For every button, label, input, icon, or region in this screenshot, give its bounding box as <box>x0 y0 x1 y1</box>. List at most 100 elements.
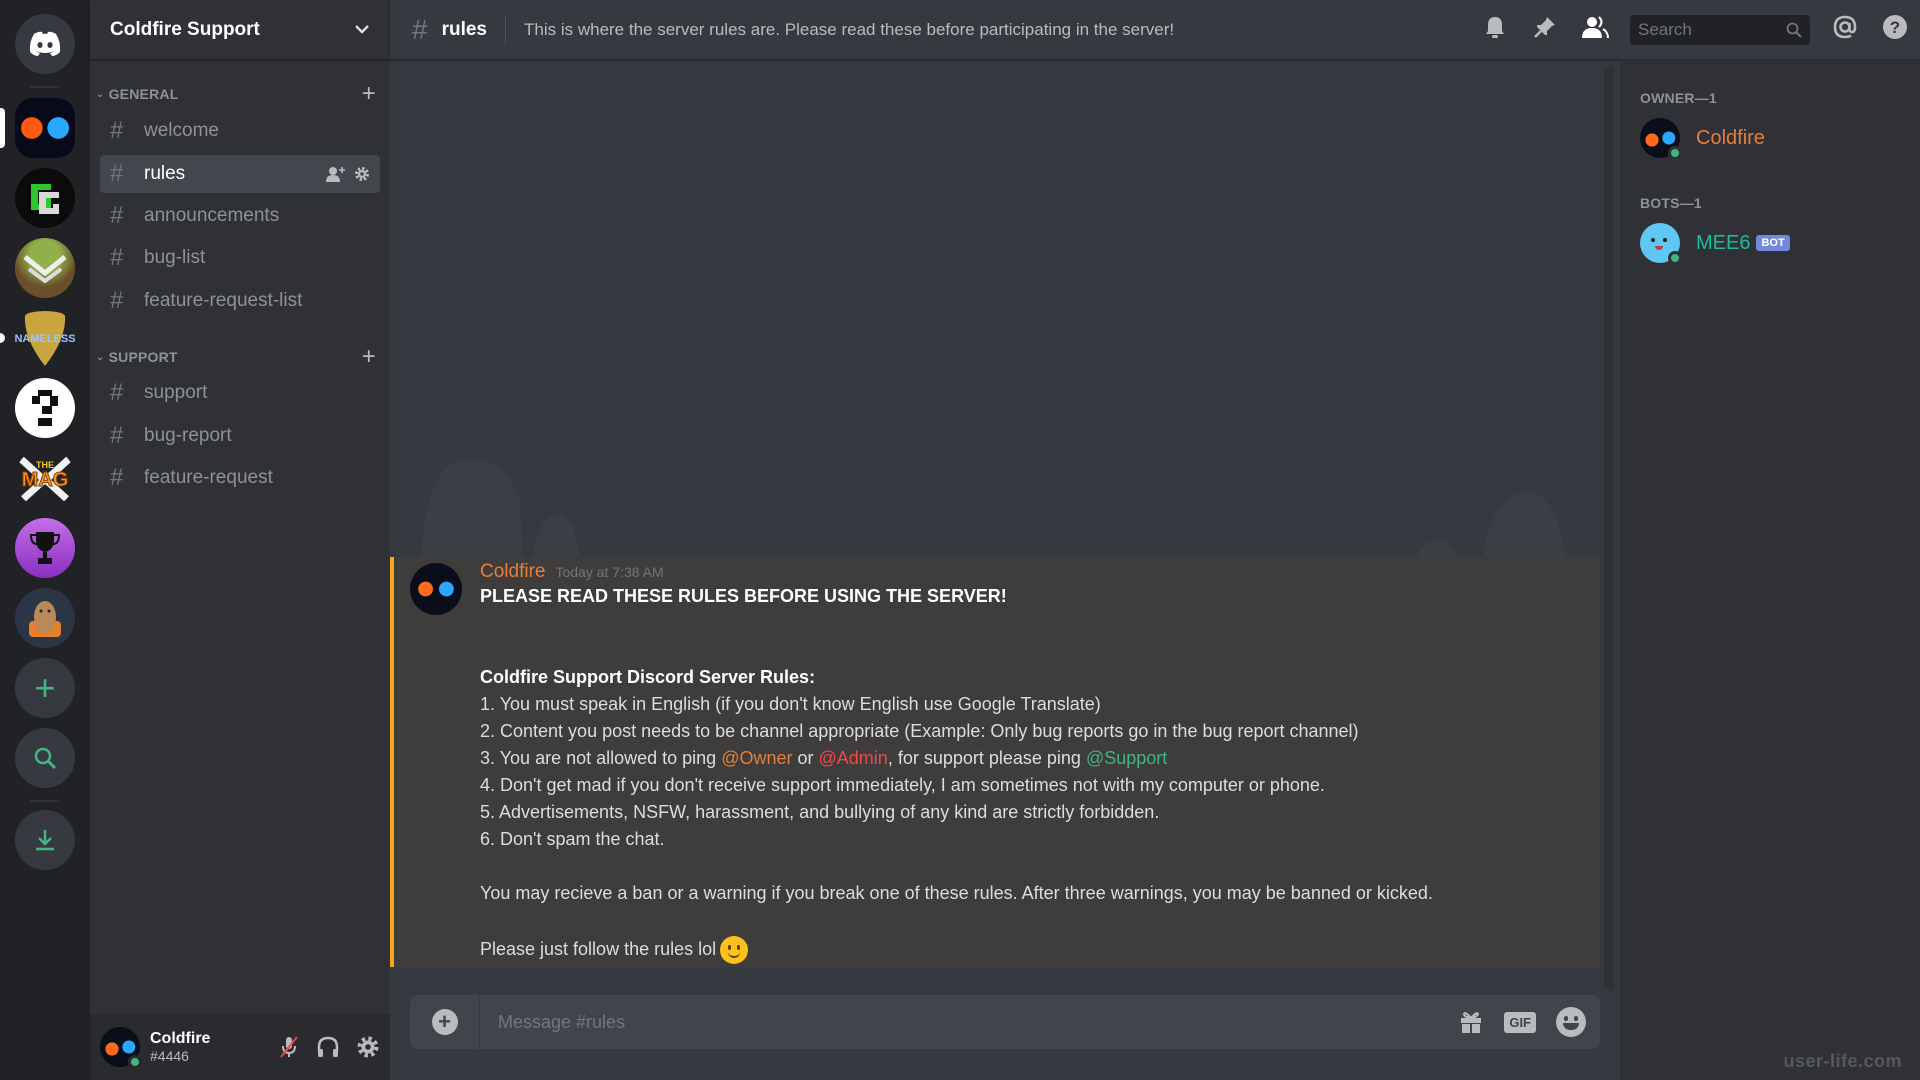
server-header[interactable]: Coldfire Support <box>90 0 390 60</box>
create-channel-icon[interactable]: + <box>362 345 380 369</box>
upload-button[interactable]: + <box>410 995 480 1049</box>
server-potato[interactable] <box>15 588 75 648</box>
server-minecraft[interactable] <box>15 238 75 298</box>
message[interactable]: Coldfire Today at 7:38 AM PLEASE READ TH… <box>390 557 1600 967</box>
mention-support[interactable]: @Support <box>1086 748 1167 768</box>
mention-owner[interactable]: @Owner <box>721 748 792 768</box>
plus-icon: + <box>34 667 56 708</box>
the-mag-server-icon: THE MAG <box>19 456 71 504</box>
member-list: OWNER—1 Coldfire BOTS—1 MEE6 BOT user-li… <box>1620 60 1920 1080</box>
online-status-icon <box>1668 251 1682 265</box>
warning-text: You may recieve a ban or a warning if yo… <box>480 883 1433 903</box>
server-pixel[interactable] <box>15 378 75 438</box>
hashtag-icon: # <box>110 422 124 449</box>
member-item[interactable]: MEE6 BOT <box>1640 223 1790 265</box>
server-list: NAMELESS THE MAG + <box>0 0 90 1080</box>
plus-circle-icon: + <box>431 1009 458 1035</box>
search-icon <box>34 747 57 770</box>
svg-text:NAMELESS: NAMELESS <box>15 333 75 345</box>
search-icon <box>1786 22 1802 38</box>
rules-heading: Coldfire Support Discord Server Rules: <box>480 667 816 687</box>
channel-topic: This is where the server rules are. Plea… <box>524 19 1175 39</box>
channel-bug-list[interactable]: # bug-list <box>100 239 380 277</box>
user-settings-gear-icon[interactable] <box>356 1035 380 1059</box>
explore-servers-button[interactable] <box>15 728 75 788</box>
message-input[interactable] <box>480 1011 1459 1033</box>
rule-3-text: or <box>792 748 819 768</box>
username: Coldfire <box>150 1030 211 1047</box>
discord-app: NAMELESS THE MAG + Coldfire Support ⌄ GE… <box>0 0 1920 1080</box>
server-nameless[interactable]: NAMELESS <box>15 308 75 368</box>
download-apps-button[interactable] <box>15 810 75 870</box>
channel-label: feature-request-list <box>144 290 303 311</box>
channel-support[interactable]: # support <box>100 374 380 412</box>
channel-announcements[interactable]: # announcements <box>100 197 380 235</box>
microphone-muted-icon[interactable] <box>278 1035 300 1059</box>
member-name: MEE6 <box>1696 231 1751 254</box>
rule-4: 4. Don't get mad if you don't receive su… <box>480 775 1325 795</box>
message-scrollbar[interactable] <box>1604 66 1614 990</box>
member-name: Coldfire <box>1696 126 1765 149</box>
slightly-smiling-face-icon <box>720 936 749 965</box>
category-general[interactable]: ⌄ GENERAL + <box>96 82 380 106</box>
message-author[interactable]: Coldfire <box>480 561 545 583</box>
user-panel: Coldfire #4446 <box>90 1014 390 1080</box>
user-avatar[interactable] <box>100 1027 142 1069</box>
add-server-button[interactable]: + <box>15 658 75 718</box>
invite-icon[interactable] <box>326 166 346 182</box>
help-question-icon: ? <box>1883 15 1907 39</box>
message-timestamp: Today at 7:38 AM <box>555 564 664 580</box>
mention-admin[interactable]: @Admin <box>819 748 888 768</box>
pixel-question-server-icon <box>32 390 58 426</box>
channel-bug-report[interactable]: # bug-report <box>100 417 380 455</box>
search-input[interactable] <box>1638 20 1768 40</box>
member-item[interactable]: Coldfire <box>1640 118 1765 160</box>
pinned-messages-button[interactable] <box>1520 15 1570 45</box>
server-coldfire-support[interactable] <box>15 98 75 158</box>
server-cg[interactable] <box>15 168 75 228</box>
gift-icon[interactable] <box>1458 1009 1484 1035</box>
notification-bell-button[interactable] <box>1470 15 1520 45</box>
hashtag-icon: # <box>110 244 124 271</box>
member-list-toggle[interactable] <box>1570 15 1620 45</box>
help-button[interactable]: ? <box>1870 14 1920 46</box>
channel-feature-request[interactable]: # feature-request <box>100 459 380 497</box>
channel-header: # rules This is where the server rules a… <box>390 0 1920 60</box>
gear-icon[interactable] <box>354 166 370 182</box>
search-box[interactable] <box>1630 15 1810 45</box>
member-group-title: OWNER—1 <box>1640 90 1717 106</box>
category-support[interactable]: ⌄ SUPPORT + <box>96 345 380 369</box>
online-status-icon <box>128 1055 142 1069</box>
server-list-separator <box>30 800 60 802</box>
hashtag-icon: # <box>110 202 124 229</box>
member-avatar <box>1640 118 1682 160</box>
rule-3: 3. You are not allowed to ping @Owner or… <box>480 745 1580 772</box>
message-author-avatar[interactable] <box>410 563 462 615</box>
home-button[interactable] <box>15 14 75 74</box>
caret-down-icon: ⌄ <box>96 351 105 363</box>
server-list-separator <box>30 86 60 88</box>
rule-3-text: 3. You are not allowed to ping <box>480 748 722 768</box>
channel-label: rules <box>144 163 186 184</box>
hashtag-icon: # <box>412 13 428 45</box>
user-discriminator: #4446 <box>150 1048 189 1064</box>
channel-welcome[interactable]: # welcome <box>100 112 380 150</box>
server-the-mag[interactable]: THE MAG <box>15 448 75 508</box>
emoji-picker-icon[interactable] <box>1556 1007 1586 1037</box>
gif-picker-button[interactable]: GIF <box>1504 1011 1536 1033</box>
nameless-server-icon: NAMELESS <box>15 311 75 366</box>
channel-rules[interactable]: # rules <box>100 155 380 193</box>
headphones-icon[interactable] <box>316 1035 340 1059</box>
server-trophy[interactable] <box>15 518 75 578</box>
create-channel-icon[interactable]: + <box>362 82 380 106</box>
unread-indicator <box>0 333 5 343</box>
channel-feature-request-list[interactable]: # feature-request-list <box>100 282 380 320</box>
svg-text:MAG: MAG <box>22 469 69 491</box>
at-mention-icon <box>1833 15 1857 39</box>
watermark: user-life.com <box>1783 1051 1902 1071</box>
mentions-button[interactable] <box>1820 14 1870 46</box>
